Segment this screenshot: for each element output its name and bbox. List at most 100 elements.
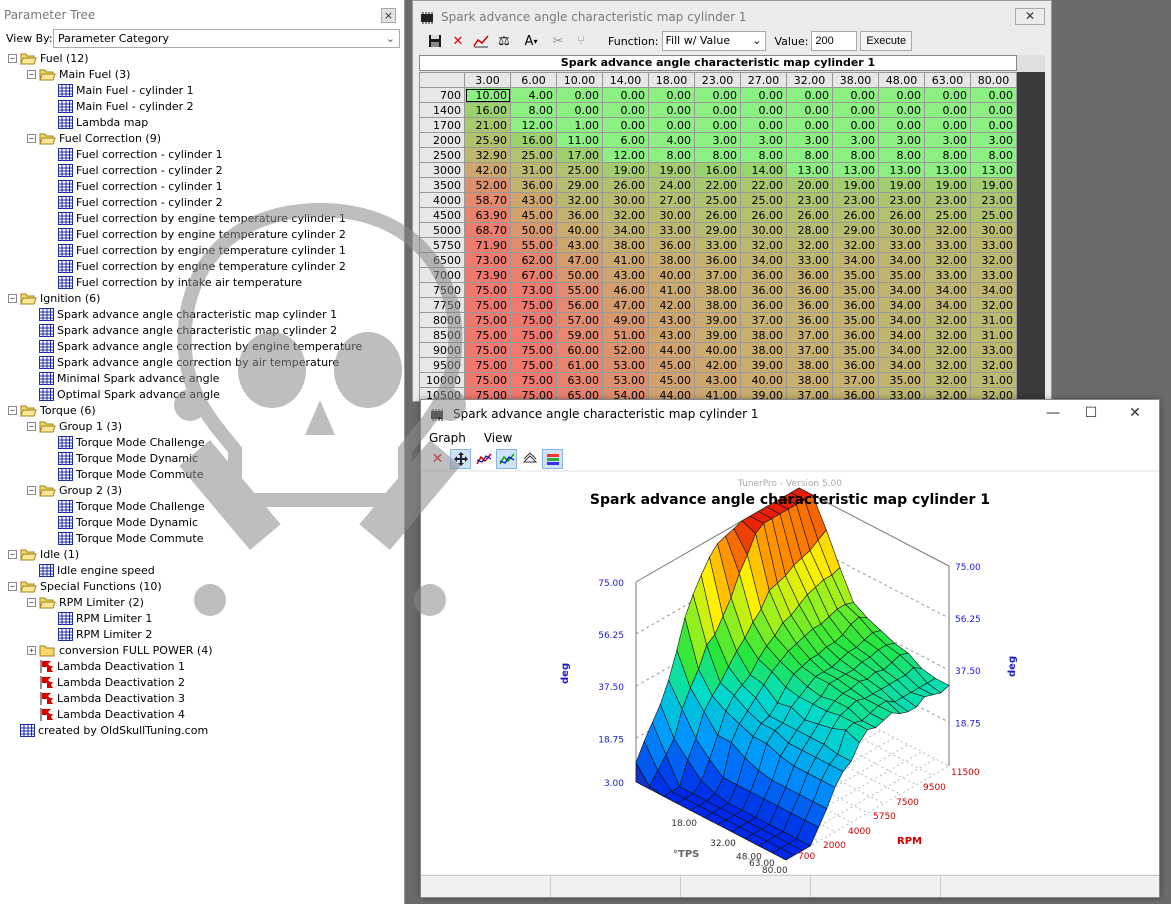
value-input[interactable]	[811, 31, 858, 51]
map-cell[interactable]: 0.00	[832, 87, 879, 103]
minimize-button[interactable]: —	[1043, 405, 1063, 421]
map-cell[interactable]: 39.00	[740, 357, 787, 373]
map-cell[interactable]: 47.00	[556, 252, 603, 268]
tree-item[interactable]: − Ignition (6)	[8, 290, 100, 306]
grid-scrollbar[interactable]	[1017, 72, 1045, 401]
map-cell[interactable]: 43.00	[694, 372, 741, 388]
map-cell[interactable]: 43.00	[602, 267, 649, 283]
map-cell[interactable]: 27.00	[648, 192, 695, 208]
map-cell[interactable]: 36.00	[786, 282, 833, 298]
tree-item[interactable]: created by OldSkullTuning.com	[8, 722, 208, 738]
map-cell[interactable]: 44.00	[648, 342, 695, 358]
map-cell[interactable]: 0.00	[694, 87, 741, 103]
map-cell[interactable]: 8.00	[786, 147, 833, 163]
map-cell[interactable]: 0.00	[602, 117, 649, 133]
map-cell[interactable]: 1.00	[556, 117, 603, 133]
map-cell[interactable]: 33.00	[878, 237, 925, 253]
tree-item[interactable]: − Fuel Correction (9)	[27, 130, 161, 146]
map-cell[interactable]: 0.00	[740, 87, 787, 103]
map-cell[interactable]: 10.00	[464, 87, 511, 103]
map-cell[interactable]: 3.00	[970, 132, 1017, 148]
map-cell[interactable]: 49.00	[602, 312, 649, 328]
map-cell[interactable]: 8.00	[832, 147, 879, 163]
map-cell[interactable]: 16.00	[464, 102, 511, 118]
map-cell[interactable]: 0.00	[924, 102, 971, 118]
tree-item[interactable]: Spark advance angle characteristic map c…	[27, 322, 337, 338]
map-cell[interactable]: 0.00	[556, 102, 603, 118]
col-header[interactable]: 23.00	[694, 72, 741, 88]
paste-icon[interactable]: A ▾	[517, 31, 545, 51]
row-header[interactable]: 6500	[419, 252, 465, 268]
map-cell[interactable]: 33.00	[970, 237, 1017, 253]
close-button[interactable]: ✕	[1125, 405, 1145, 421]
map-cell[interactable]: 0.00	[924, 87, 971, 103]
compare-icon[interactable]: ⚖	[494, 31, 514, 51]
map-cell[interactable]: 68.70	[464, 222, 511, 238]
map-cell[interactable]: 32.00	[924, 372, 971, 388]
map-cell[interactable]: 0.00	[740, 102, 787, 118]
map-cell[interactable]: 33.00	[786, 252, 833, 268]
map-cell[interactable]: 34.00	[924, 282, 971, 298]
menu-graph[interactable]: Graph	[429, 431, 466, 445]
map-cell[interactable]: 59.00	[556, 327, 603, 343]
map-cell[interactable]: 29.00	[556, 177, 603, 193]
expand-toggle[interactable]: −	[8, 293, 17, 303]
map-cell[interactable]: 0.00	[970, 117, 1017, 133]
tree-item[interactable]: Torque Mode Commute	[46, 466, 204, 482]
map-cell[interactable]: 3.00	[786, 132, 833, 148]
tree-item[interactable]: RPM Limiter 1	[46, 610, 152, 626]
map-cell[interactable]: 43.00	[648, 327, 695, 343]
tree-item[interactable]: Lambda Deactivation 4	[27, 706, 185, 722]
map-cell[interactable]: 25.00	[694, 192, 741, 208]
map-cell[interactable]: 38.00	[694, 282, 741, 298]
map-cell[interactable]: 63.00	[556, 372, 603, 388]
map-cell[interactable]: 38.00	[740, 342, 787, 358]
map-cell[interactable]: 36.00	[786, 312, 833, 328]
tree-item[interactable]: Spark advance angle correction by air te…	[27, 354, 339, 370]
map-cell[interactable]: 0.00	[878, 117, 925, 133]
map-cell[interactable]: 37.00	[694, 267, 741, 283]
map-cell[interactable]: 57.00	[556, 312, 603, 328]
map-cell[interactable]: 32.00	[924, 312, 971, 328]
map-cell[interactable]: 39.00	[694, 312, 741, 328]
map-cell[interactable]: 0.00	[832, 102, 879, 118]
row-header[interactable]: 8500	[419, 327, 465, 343]
expand-toggle[interactable]: −	[8, 405, 17, 415]
map-cell[interactable]: 50.00	[510, 222, 557, 238]
map-cell[interactable]: 75.00	[464, 357, 511, 373]
row-header[interactable]: 7750	[419, 297, 465, 313]
map-cell[interactable]: 75.00	[464, 297, 511, 313]
tree-item[interactable]: − Special Functions (10)	[8, 578, 162, 594]
map-cell[interactable]: 34.00	[878, 282, 925, 298]
tree-item[interactable]: − Idle (1)	[8, 546, 79, 562]
tree-item[interactable]: Torque Mode Challenge	[46, 498, 205, 514]
tree-item[interactable]: Main Fuel - cylinder 1	[46, 82, 194, 98]
map-cell[interactable]: 36.00	[556, 207, 603, 223]
map-cell[interactable]: 25.90	[464, 132, 511, 148]
tree-item[interactable]: Torque Mode Commute	[46, 530, 204, 546]
map-cell[interactable]: 30.00	[740, 222, 787, 238]
map-cell[interactable]: 28.00	[786, 222, 833, 238]
tree-item[interactable]: Fuel correction - cylinder 1	[46, 146, 223, 162]
map-cell[interactable]: 38.00	[648, 252, 695, 268]
map-cell[interactable]: 34.00	[878, 297, 925, 313]
col-header[interactable]: 32.00	[786, 72, 833, 88]
map-cell[interactable]: 75.00	[464, 342, 511, 358]
tree-item[interactable]: Fuel correction by engine temperature cy…	[46, 258, 346, 274]
map-cell[interactable]: 35.00	[832, 267, 879, 283]
layers-icon[interactable]	[519, 449, 540, 469]
row-header[interactable]: 2500	[419, 147, 465, 163]
map-cell[interactable]: 36.00	[648, 237, 695, 253]
map-cell[interactable]: 46.00	[602, 282, 649, 298]
map-cell[interactable]: 0.00	[970, 102, 1017, 118]
map-cell[interactable]: 0.00	[648, 117, 695, 133]
row-header[interactable]: 5750	[419, 237, 465, 253]
row-header[interactable]: 4500	[419, 207, 465, 223]
map-cell[interactable]: 36.00	[786, 267, 833, 283]
map-cell[interactable]: 0.00	[786, 102, 833, 118]
line-graph-icon[interactable]	[473, 449, 494, 469]
map-cell[interactable]: 33.00	[970, 267, 1017, 283]
map-cell[interactable]: 62.00	[510, 252, 557, 268]
expand-toggle[interactable]: −	[27, 485, 36, 495]
map-cell[interactable]: 23.00	[878, 192, 925, 208]
